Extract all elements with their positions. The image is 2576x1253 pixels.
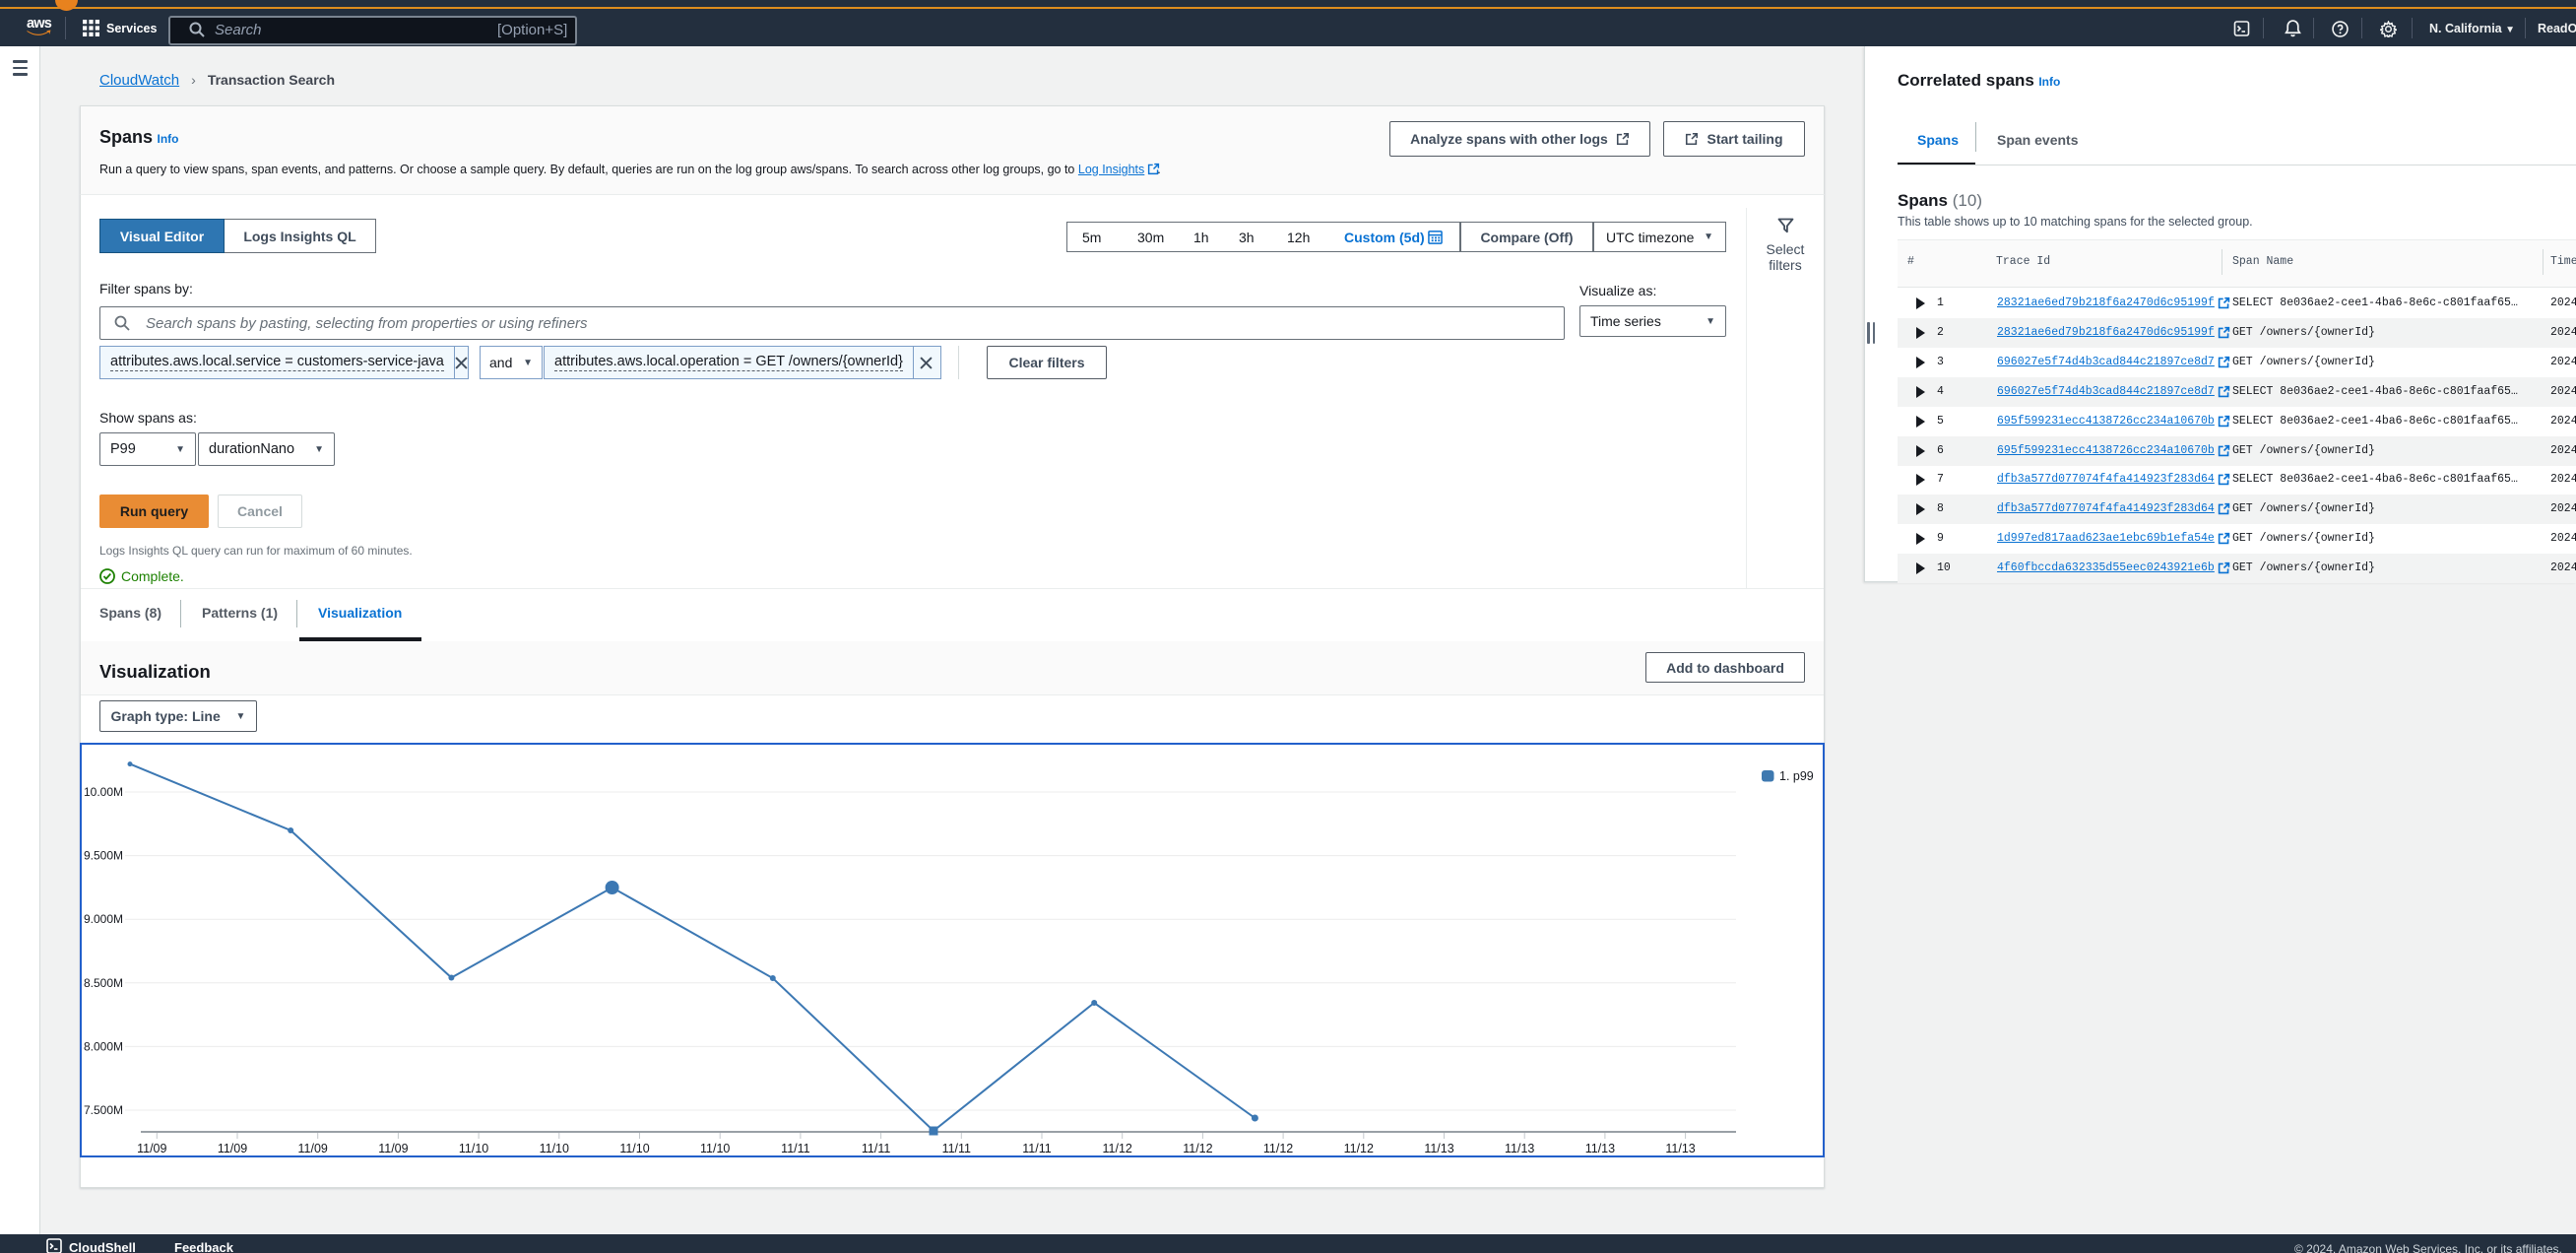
svg-text:11/09: 11/09 [378, 1142, 408, 1155]
svg-text:11/09: 11/09 [218, 1142, 247, 1155]
svg-text:11/13: 11/13 [1424, 1142, 1453, 1155]
svg-text:11/10: 11/10 [619, 1142, 649, 1155]
svg-text:9.500M: 9.500M [84, 849, 123, 863]
svg-text:11/12: 11/12 [1103, 1142, 1132, 1155]
svg-text:11/09: 11/09 [137, 1142, 166, 1155]
svg-text:9.000M: 9.000M [84, 912, 123, 926]
svg-text:11/11: 11/11 [781, 1142, 809, 1155]
svg-text:11/10: 11/10 [459, 1142, 488, 1155]
svg-text:11/13: 11/13 [1665, 1142, 1695, 1155]
svg-text:8.500M: 8.500M [84, 976, 123, 990]
svg-text:11/11: 11/11 [862, 1142, 890, 1155]
svg-text:11/13: 11/13 [1505, 1142, 1534, 1155]
svg-text:7.500M: 7.500M [84, 1103, 123, 1117]
svg-text:11/09: 11/09 [298, 1142, 328, 1155]
svg-text:11/12: 11/12 [1183, 1142, 1212, 1155]
svg-text:11/10: 11/10 [700, 1142, 730, 1155]
svg-text:11/12: 11/12 [1344, 1142, 1374, 1155]
svg-text:10.00M: 10.00M [84, 785, 123, 799]
svg-text:1. p99: 1. p99 [1779, 769, 1814, 783]
svg-text:11/11: 11/11 [1022, 1142, 1051, 1155]
svg-text:11/10: 11/10 [540, 1142, 569, 1155]
svg-text:11/13: 11/13 [1585, 1142, 1615, 1155]
svg-text:11/11: 11/11 [942, 1142, 971, 1155]
svg-text:aws: aws [27, 16, 52, 32]
svg-text:8.000M: 8.000M [84, 1039, 123, 1053]
svg-text:11/12: 11/12 [1263, 1142, 1293, 1155]
